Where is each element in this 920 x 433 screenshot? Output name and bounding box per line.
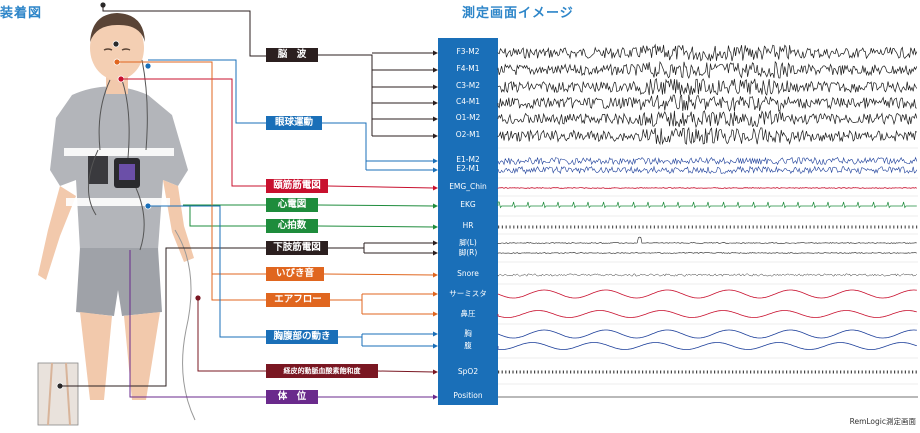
label-eog: 眼球運動 [266, 116, 322, 130]
airflow-fan-line [330, 294, 363, 314]
leg-right-trace [497, 252, 917, 254]
eeg-fan-line [318, 54, 373, 136]
channel-f3-m2: F3-M2 [456, 47, 480, 56]
channel-abdomen: 腹 [464, 341, 472, 350]
label-leg-emg: 下肢筋電図 [266, 241, 328, 255]
emg-chin-trace [497, 187, 918, 189]
eog-fan-line [322, 122, 367, 170]
channel-ekg: EKG [460, 200, 476, 209]
channel-spo2: SpO2 [457, 367, 479, 376]
eeg-trace-4 [497, 109, 918, 129]
eog-trace-e2 [497, 165, 918, 175]
channel-f4-m1: F4-M1 [456, 64, 480, 73]
snore-arrow [323, 273, 435, 276]
right-arm [163, 180, 194, 262]
eeg-trace-0 [497, 43, 918, 62]
thermistor-trace [497, 289, 917, 299]
eeg-trace-5 [497, 126, 917, 146]
channel-hr: HR [462, 221, 474, 230]
chin-emg-arrow [327, 185, 435, 189]
screen-caption: RemLogic測定画面 [849, 417, 916, 426]
leg-fan-line [328, 243, 365, 253]
channel-leg-right: 脚(R) [458, 248, 478, 257]
channel-nasal-pressure: 鼻圧 [460, 309, 476, 318]
spo2-lead-line [197, 298, 266, 372]
label-eeg: 脳 波 [266, 48, 318, 62]
abdomen-trace [497, 342, 917, 350]
channel-c4-m1: C4-M1 [456, 97, 480, 106]
inset-box [37, 362, 79, 426]
ekg-trace [497, 201, 917, 209]
chest-trace [497, 329, 917, 339]
label-spo2: 経皮的動脈血酸素飽和度 [266, 364, 378, 378]
abdomen-belt [66, 198, 170, 206]
channel-emg-chin: EMG_Chin [449, 182, 487, 191]
sensor-dot [112, 40, 120, 48]
eog-trace-e1 [497, 156, 918, 166]
channel-position: Position [453, 391, 483, 400]
shorts [76, 248, 162, 316]
hr-lead-line [189, 205, 266, 227]
channel-e2-m1: E2-M1 [456, 164, 480, 173]
label-airflow: エアフロー [266, 293, 330, 307]
channel-o2-m1: O2-M1 [455, 130, 481, 139]
label-position: 体 位 [266, 390, 318, 404]
label-chin-emg: 頤筋筋電図 [266, 179, 328, 193]
right-leg [124, 312, 160, 400]
ecg-arrow [317, 204, 435, 207]
channel-snore: Snore [457, 269, 479, 278]
label-chest-abdomen: 胸腹部の動き [266, 330, 338, 344]
chest-belt [64, 148, 174, 156]
hr-arrow [317, 225, 435, 228]
channel-e1-m2: E1-M2 [456, 155, 480, 164]
channel-chest: 胸 [464, 329, 472, 338]
channel-c3-m2: C3-M2 [456, 81, 480, 90]
label-ecg: 心電図 [266, 198, 318, 212]
channel-o1-m2: O1-M2 [455, 113, 481, 122]
spo2-arrow [377, 370, 435, 373]
eeg-trace-1 [497, 60, 918, 79]
label-snore: いびき音 [266, 267, 324, 281]
eeg-trace-3 [497, 94, 917, 112]
left-leg [80, 312, 112, 400]
label-heart-rate: 心拍数 [266, 219, 318, 233]
chest-fan-line [338, 334, 363, 346]
snore-trace [497, 273, 917, 277]
nasal-pressure-trace [497, 310, 917, 318]
leg-left-trace [497, 236, 917, 244]
eeg-trace-2 [497, 78, 918, 96]
recorder-screen [119, 164, 135, 180]
channel-thermistor: サーミスタ [449, 289, 487, 298]
sensor-dot [144, 62, 152, 70]
